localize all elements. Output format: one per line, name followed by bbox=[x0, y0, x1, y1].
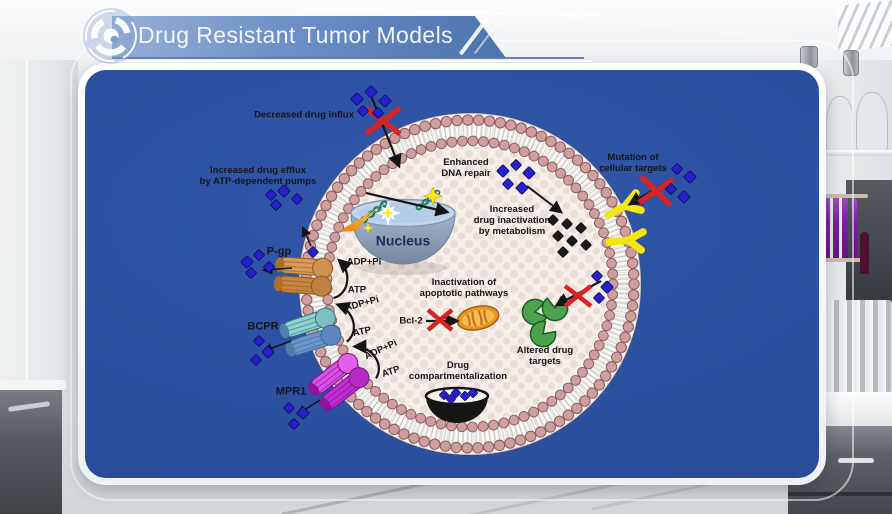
wall-seam bbox=[26, 60, 28, 390]
page-title: Drug Resistant Tumor Models bbox=[138, 22, 453, 49]
label-pgp: P-gp bbox=[267, 246, 291, 259]
label-enhanced-dna-repair: Enhanced DNA repair bbox=[441, 157, 490, 179]
banner-underline bbox=[112, 60, 592, 62]
label-adp-pi-pgp: ADP+Pi bbox=[347, 256, 382, 267]
slide-panel-blue bbox=[85, 70, 819, 478]
label-altered-drug-targets: Altered drug targets bbox=[517, 345, 573, 367]
label-increased-drug-efflux: Increased drug efflux by ATP-dependent p… bbox=[200, 165, 317, 187]
logo-icon bbox=[80, 5, 142, 67]
label-bcpr: BCPR bbox=[247, 321, 278, 334]
slide: Drug Resistant Tumor Models bbox=[0, 0, 892, 514]
lab-wall-left bbox=[0, 60, 78, 390]
label-increased-drug-inactivation: Increased drug inactivation by metabolis… bbox=[474, 204, 551, 238]
label-mpr1: MPR1 bbox=[276, 386, 307, 399]
label-drug-compartmentalization: Drug compartmentalization bbox=[409, 360, 507, 382]
slide-panel bbox=[78, 63, 826, 485]
glass-flask bbox=[856, 92, 888, 154]
label-decreased-drug-influx: Decreased drug influx bbox=[254, 109, 354, 120]
label-bcl2: Bcl-2 bbox=[399, 315, 422, 326]
ceiling-vent-icon bbox=[838, 0, 892, 52]
label-nucleus: Nucleus bbox=[376, 233, 430, 250]
counter-edge bbox=[0, 380, 66, 390]
label-mutation-of-cellular-targets: Mutation of cellular targets bbox=[599, 152, 667, 174]
label-atp-pgp: ATP bbox=[348, 284, 366, 295]
reagent-bottle bbox=[860, 232, 869, 274]
label-inactivation-apoptotic-pathways: Inactivation of apoptotic pathways bbox=[420, 277, 509, 299]
